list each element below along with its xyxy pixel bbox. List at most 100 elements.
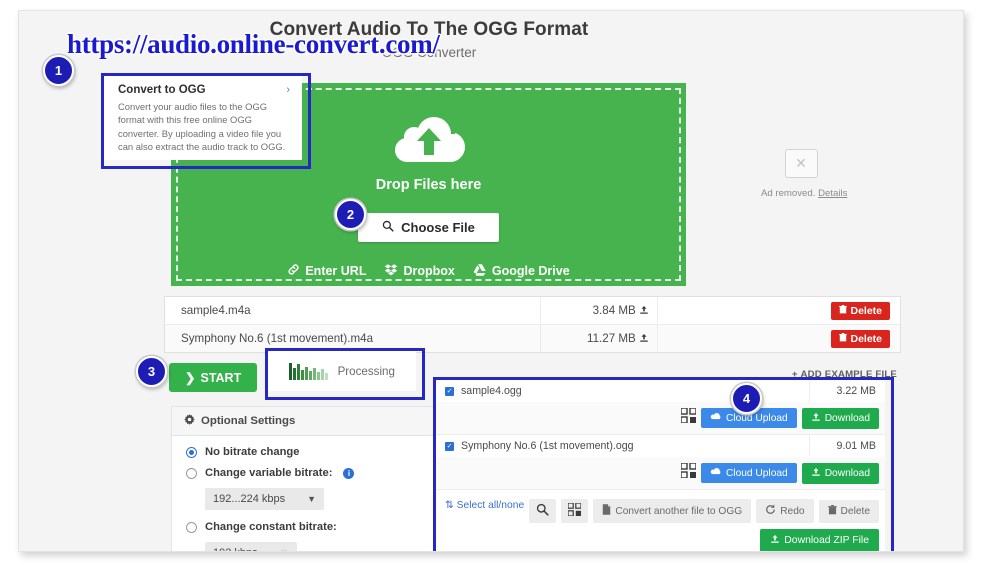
download-icon (811, 412, 821, 425)
radio-change-constant-bitrate[interactable] (186, 521, 197, 533)
step-badge-4: 4 (731, 383, 762, 414)
radio-change-variable-bitrate[interactable] (186, 467, 197, 479)
add-example-file-label: ADD EXAMPLE FILE (800, 369, 897, 380)
dropbox-link[interactable]: Dropbox (384, 263, 455, 279)
select-all-none-button[interactable]: ⇅ Select all/none (445, 499, 525, 512)
link-icon (287, 263, 300, 279)
file-row-actions: Delete (805, 329, 900, 348)
uploaded-file-table: sample4.m4a 3.84 MB Delete Symphony No.6… (164, 296, 901, 353)
trash-icon (839, 304, 848, 317)
app-page: Convert Audio To The OGG Format OGG Conv… (18, 10, 964, 552)
cloud-upload-button[interactable]: Cloud Upload (700, 463, 797, 483)
ad-removed-label: Ad removed. (761, 188, 816, 199)
variable-bitrate-value: 192...224 kbps (213, 493, 286, 505)
constant-bitrate-select[interactable]: 192 kbps ▼ (205, 542, 297, 551)
delete-button[interactable]: Delete (831, 301, 890, 320)
file-name: sample4.m4a (181, 304, 251, 317)
download-button[interactable]: Download (801, 407, 879, 429)
file-size-label: 11.27 MB (587, 332, 636, 345)
redo-button[interactable]: Redo (756, 499, 814, 523)
ad-removed-block: ✕ Ad removed. Details (761, 149, 847, 199)
dropbox-icon (384, 263, 398, 279)
radio-no-bitrate-change[interactable] (186, 446, 197, 458)
equalizer-icon (289, 362, 328, 380)
delete-results-label: Delete (840, 505, 870, 517)
optional-settings-panel: Optional Settings No bitrate change Chan… (171, 406, 458, 551)
google-drive-link[interactable]: Google Drive (473, 263, 570, 279)
step-badge-2: 2 (335, 199, 366, 230)
optional-settings-body: No bitrate change Change variable bitrat… (172, 436, 457, 551)
results-panel: ✓ sample4.ogg 3.22 MB Cloud Upload Downl… (436, 380, 885, 551)
qr-code-button[interactable] (561, 499, 589, 523)
cloud-icon (710, 467, 722, 479)
qr-code-icon[interactable] (680, 407, 697, 428)
trash-icon (827, 504, 837, 518)
cloud-upload-label: Cloud Upload (725, 412, 788, 424)
select-arrow-icon: ⇅ (445, 500, 454, 511)
ad-details-link[interactable]: Details (818, 188, 847, 199)
file-size: 11.27 MB (540, 325, 658, 352)
search-icon (382, 220, 394, 235)
info-icon[interactable]: i (343, 467, 355, 479)
cloud-upload-icon (391, 112, 467, 171)
trash-icon (839, 332, 848, 345)
table-row[interactable]: sample4.m4a 3.84 MB Delete (165, 297, 900, 325)
start-label: START (200, 370, 242, 385)
delete-label: Delete (850, 304, 882, 317)
results-footer-actions: Convert another file to OGG Redo Delete … (529, 499, 879, 551)
result-checkbox[interactable]: ✓ (445, 441, 454, 451)
option-no-bitrate-change[interactable]: No bitrate change (186, 446, 457, 458)
optional-settings-header: Optional Settings (172, 407, 457, 436)
step-badge-3: 3 (136, 356, 167, 387)
delete-button[interactable]: Delete (831, 329, 890, 348)
option-label: No bitrate change (205, 446, 300, 458)
file-row-actions: Delete (805, 301, 900, 320)
download-icon (770, 534, 780, 547)
result-row[interactable]: ✓ Symphony No.6 (1st movement).ogg 9.01 … (436, 435, 885, 457)
convert-another-file-label: Convert another file to OGG (615, 505, 743, 517)
delete-label: Delete (850, 332, 882, 345)
upload-icon (639, 304, 649, 317)
url-watermark: https://audio.online-convert.com/ (67, 29, 440, 59)
card-description: Convert your audio files to the OGG form… (118, 101, 286, 153)
file-size: 3.84 MB (540, 297, 658, 324)
result-file-name: sample4.ogg (461, 385, 522, 397)
choose-file-label: Choose File (401, 220, 475, 235)
option-change-constant-bitrate[interactable]: Change constant bitrate: (186, 521, 457, 533)
processing-label: Processing (337, 364, 395, 378)
ad-removed-text: Ad removed. Details (761, 188, 847, 199)
gear-icon (184, 414, 195, 428)
download-button[interactable]: Download (801, 462, 879, 484)
enter-url-label: Enter URL (305, 264, 367, 278)
result-row-actions: Cloud Upload Download (436, 402, 885, 435)
redo-label: Redo (780, 505, 805, 517)
download-zip-button[interactable]: Download ZIP File (760, 529, 879, 551)
processing-indicator: Processing (268, 351, 416, 391)
convert-another-file-button[interactable]: Convert another file to OGG (593, 499, 752, 523)
variable-bitrate-select[interactable]: 192...224 kbps ▼ (205, 488, 325, 510)
start-button[interactable]: ❯ START (169, 363, 258, 392)
result-row[interactable]: ✓ sample4.ogg 3.22 MB (436, 380, 885, 402)
step-badge-1: 1 (43, 55, 74, 86)
result-row-actions: Cloud Upload Download (436, 457, 885, 490)
drop-files-text: Drop Files here (375, 177, 482, 193)
qr-code-icon[interactable] (680, 462, 697, 483)
option-label: Change variable bitrate: (205, 467, 333, 479)
search-button[interactable] (529, 499, 557, 523)
enter-url-link[interactable]: Enter URL (287, 263, 366, 279)
dropbox-label: Dropbox (403, 264, 455, 278)
delete-results-button[interactable]: Delete (818, 499, 879, 523)
table-row[interactable]: Symphony No.6 (1st movement).m4a 11.27 M… (165, 325, 900, 352)
add-example-file-button[interactable]: + ADD EXAMPLE FILE (792, 369, 897, 380)
choose-file-button[interactable]: Choose File (358, 213, 499, 242)
upload-icon (639, 332, 649, 345)
option-change-variable-bitrate[interactable]: Change variable bitrate: i (186, 467, 457, 479)
convert-to-ogg-card[interactable]: Convert to OGG › Convert your audio file… (104, 76, 302, 160)
google-drive-label: Google Drive (491, 264, 570, 278)
constant-bitrate-value: 192 kbps (213, 547, 258, 551)
chevron-down-icon: ▼ (280, 548, 289, 551)
card-title: Convert to OGG (118, 84, 206, 96)
result-checkbox[interactable]: ✓ (445, 386, 454, 396)
file-size-label: 3.84 MB (592, 304, 636, 317)
select-all-none-label: Select all/none (456, 499, 525, 511)
